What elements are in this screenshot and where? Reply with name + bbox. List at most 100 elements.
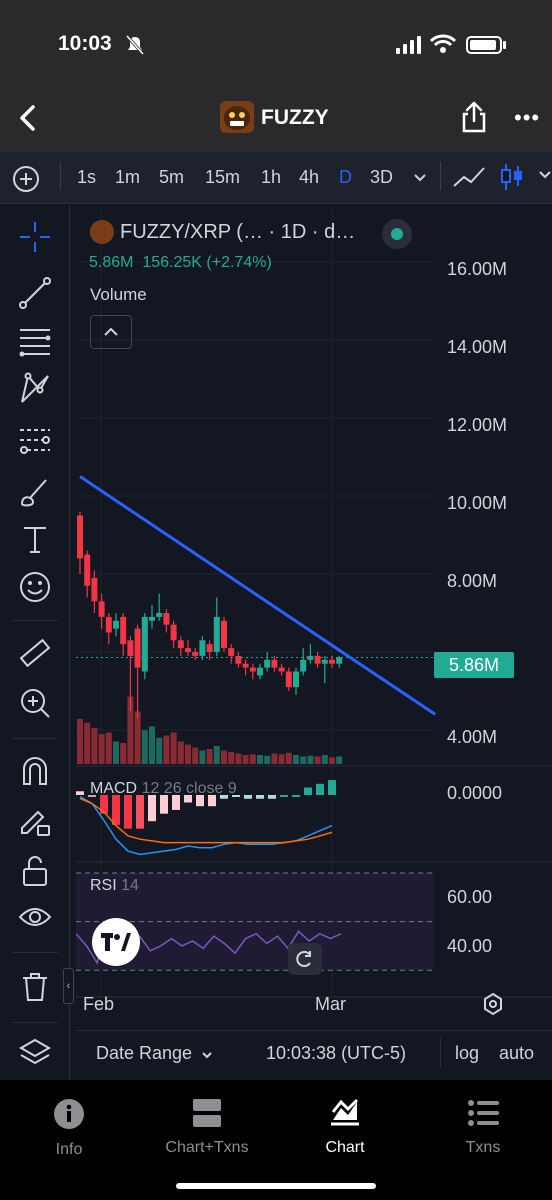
rsi-legend[interactable]: RSI 14	[90, 877, 139, 895]
y-axis-label: 8.00M	[447, 571, 498, 591]
fib-retracement-icon[interactable]	[16, 322, 54, 360]
macd-histogram-bar	[244, 795, 252, 799]
macd-histogram-bar	[256, 795, 264, 799]
volume-bar	[170, 732, 177, 764]
silent-bell-icon	[125, 35, 145, 55]
candle-body	[264, 659, 271, 668]
volume-bar	[257, 755, 263, 764]
symbol-legend[interactable]: FUZZY/XRP (… · 1D · d…	[90, 220, 355, 244]
reset-icon	[296, 951, 311, 967]
log-scale-toggle[interactable]: log	[455, 1043, 479, 1064]
date-range-button[interactable]: Date Range	[96, 1043, 213, 1064]
timezone-clock[interactable]: 10:03:38 (UTC-5)	[266, 1043, 406, 1064]
trash-icon[interactable]	[16, 968, 54, 1006]
candle-body	[206, 644, 213, 652]
volume-bar	[120, 743, 127, 764]
interval-15m[interactable]: 15m	[205, 167, 240, 188]
text-tool-icon[interactable]	[16, 520, 54, 558]
symbol-title: FUZZY/XRP (… · 1D · d…	[120, 220, 356, 243]
candle-body	[185, 648, 191, 652]
trend-line-icon[interactable]	[16, 274, 54, 312]
list-icon	[468, 1100, 499, 1126]
back-arrow-icon[interactable]	[16, 104, 40, 132]
interval-1s[interactable]: 1s	[77, 167, 96, 188]
share-icon[interactable]	[460, 101, 488, 133]
token-logo	[90, 220, 114, 244]
interval-d[interactable]: D	[339, 167, 352, 188]
interval-4h[interactable]: 4h	[299, 167, 319, 188]
chevron-down-icon[interactable]	[538, 170, 552, 180]
macd-axis-label: 0.0000	[447, 783, 503, 803]
y-axis-label: 10.00M	[447, 493, 508, 513]
lock-pencil-icon[interactable]	[16, 802, 54, 840]
emoji-icon[interactable]	[16, 568, 54, 606]
bottom-bar-divider	[440, 1038, 441, 1068]
macd-histogram-bar	[76, 791, 84, 795]
macd-histogram-bar	[124, 795, 132, 829]
volume-bar	[199, 750, 206, 764]
macd-histogram-bar	[148, 795, 156, 822]
line-chart-type-icon[interactable]	[452, 164, 486, 190]
chevron-down-icon[interactable]	[413, 173, 427, 183]
toolbar-divider	[12, 738, 58, 739]
volume-bar	[98, 734, 105, 764]
add-symbol-icon[interactable]	[12, 165, 40, 193]
macd-histogram-bar	[304, 787, 312, 795]
battery-icon	[466, 36, 502, 54]
auto-scale-toggle[interactable]: auto	[499, 1043, 534, 1064]
chevron-down-icon	[202, 1052, 212, 1059]
volume-bar	[271, 753, 278, 764]
volume-bar	[300, 756, 307, 764]
tab-chart-txns[interactable]: Chart+Txns	[152, 1098, 262, 1157]
toolbar-divider	[12, 952, 58, 953]
volume-bar	[264, 755, 271, 764]
candle-body	[221, 620, 227, 649]
brush-icon[interactable]	[16, 472, 54, 510]
gear-icon[interactable]	[482, 992, 504, 1016]
last-price-tag: 5.86M	[434, 652, 514, 678]
candle-body	[149, 616, 155, 621]
interval-1h[interactable]: 1h	[261, 167, 281, 188]
layers-icon[interactable]	[16, 1034, 54, 1072]
zoom-in-icon[interactable]	[16, 684, 54, 722]
rsi-axis-label: 60.00	[447, 887, 493, 907]
macd-legend[interactable]: MACD 12 26 close 9	[90, 780, 237, 798]
crosshair-icon[interactable]	[16, 218, 54, 256]
toolbar-divider	[12, 1022, 58, 1023]
volume-bar	[149, 726, 155, 764]
y-axis-label: 16.00M	[447, 259, 508, 279]
x-axis-label: Mar	[315, 994, 346, 1014]
price-change-readout: 5.86M 156.25K (+2.74%)	[89, 254, 272, 271]
toolbar-divider	[60, 162, 61, 190]
volume-bar	[105, 732, 112, 764]
interval-3d[interactable]: 3D	[370, 167, 393, 188]
ruler-icon[interactable]	[16, 634, 54, 672]
candle-body	[163, 613, 170, 625]
eye-icon[interactable]	[16, 898, 54, 936]
pattern-icon[interactable]	[16, 370, 54, 408]
interval-1m[interactable]: 1m	[115, 167, 140, 188]
candlestick-type-icon[interactable]	[500, 162, 524, 192]
candle-body	[228, 648, 235, 656]
tab-info[interactable]: Info	[14, 1098, 124, 1159]
candle-body	[242, 663, 249, 668]
magnet-icon[interactable]	[16, 752, 54, 790]
candle-body	[170, 624, 177, 641]
volume-bar	[293, 755, 299, 764]
reset-chart-button[interactable]	[288, 943, 322, 975]
tradingview-logo[interactable]	[92, 918, 140, 966]
candle-body	[329, 659, 335, 664]
macd-histogram-bar	[112, 795, 120, 825]
rsi-params: 14	[121, 877, 139, 894]
collapse-legend-button[interactable]	[90, 315, 132, 349]
volume-bar	[228, 752, 235, 764]
unlock-icon[interactable]	[16, 852, 54, 890]
tab-label: Txns	[465, 1139, 501, 1156]
more-options-icon[interactable]: •••	[514, 107, 540, 129]
volume-bar	[206, 749, 213, 764]
prediction-icon[interactable]	[16, 420, 54, 458]
tab-chart[interactable]: Chart	[290, 1098, 400, 1157]
collapse-toolbar-button[interactable]: ‹	[63, 968, 74, 1004]
tab-txns[interactable]: Txns	[428, 1098, 538, 1157]
interval-5m[interactable]: 5m	[159, 167, 184, 188]
